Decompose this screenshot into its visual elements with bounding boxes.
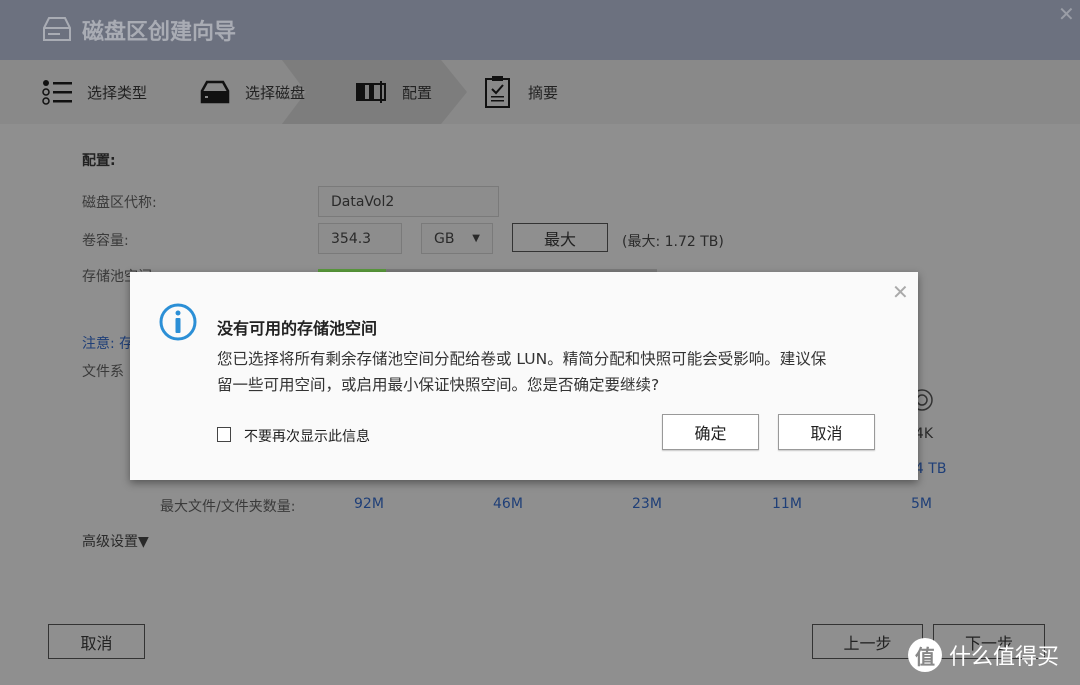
step-label: 摘要 — [528, 83, 559, 102]
dont-show-label[interactable]: 不要再次显示此信息 — [244, 426, 370, 446]
watermark: 值 什么值得买 — [908, 638, 1059, 672]
capacity-input[interactable]: 354.3 — [318, 223, 402, 254]
watermark-text: 什么值得买 — [949, 645, 1060, 670]
max-files-value: 46M — [493, 496, 523, 512]
capacity-label: 卷容量: — [82, 233, 129, 249]
window-title: 磁盘区创建向导 — [82, 20, 237, 45]
config-icon — [356, 81, 386, 103]
max-files-label: 最大文件/文件夹数量: — [160, 499, 296, 515]
list-icon — [42, 80, 72, 105]
info-icon — [159, 303, 197, 341]
unit-select[interactable]: GB ▼ — [421, 223, 493, 254]
step-select-type: 选择类型 — [42, 60, 147, 124]
disk-icon — [43, 17, 71, 41]
alias-label: 磁盘区代称: — [82, 195, 157, 211]
step-config: 配置 — [356, 60, 432, 124]
title-bar: 磁盘区创建向导 ✕ — [0, 0, 1080, 60]
dialog-message-line: 您已选择将所有剩余存储池空间分配给卷或 LUN。精简分配和快照可能会受影响。建议… — [217, 350, 827, 368]
max-files-value: 5M — [911, 496, 932, 512]
confirm-button[interactable]: 确定 — [662, 414, 759, 450]
close-icon[interactable]: ✕ — [1058, 2, 1075, 26]
max-files-value: 23M — [632, 496, 662, 512]
dialog-title: 没有可用的存储池空间 — [217, 319, 378, 338]
step-select-disk: 选择磁盘 — [200, 60, 305, 124]
alias-input[interactable]: DataVol2 — [318, 186, 499, 217]
chevron-down-icon: ▼ — [472, 233, 480, 244]
step-label: 选择类型 — [87, 83, 148, 102]
advanced-settings-toggle[interactable]: 高级设置▼ — [82, 531, 149, 551]
close-icon[interactable]: ✕ — [892, 280, 909, 304]
cancel-button[interactable]: 取消 — [48, 624, 145, 659]
step-summary: 摘要 — [484, 60, 558, 124]
step-label: 选择磁盘 — [245, 83, 306, 102]
dialog-cancel-button[interactable]: 取消 — [778, 414, 875, 450]
max-files-value: 11M — [772, 496, 802, 512]
watermark-logo: 值 — [908, 638, 942, 672]
dont-show-checkbox[interactable] — [217, 427, 231, 442]
step-label: 配置 — [402, 83, 433, 102]
clipboard-icon — [485, 76, 510, 108]
dialog-message-line: 留一些可用空间，或启用最小保证快照空间。您是否确定要继续? — [217, 376, 660, 394]
max-files-value: 92M — [354, 496, 384, 512]
warning-dialog: ✕ 没有可用的存储池空间 您已选择将所有剩余存储池空间分配给卷或 LUN。精简分… — [130, 272, 918, 480]
disk-icon — [200, 80, 230, 104]
max-button[interactable]: 最大 — [512, 223, 608, 252]
filesystem-label: 文件系 — [82, 364, 124, 380]
note-text: 注意: 存 — [82, 336, 134, 352]
previous-button[interactable]: 上一步 — [812, 624, 923, 659]
unit-value: GB — [434, 230, 455, 247]
section-title: 配置: — [82, 153, 116, 169]
max-info: (最大: 1.72 TB) — [622, 234, 724, 250]
